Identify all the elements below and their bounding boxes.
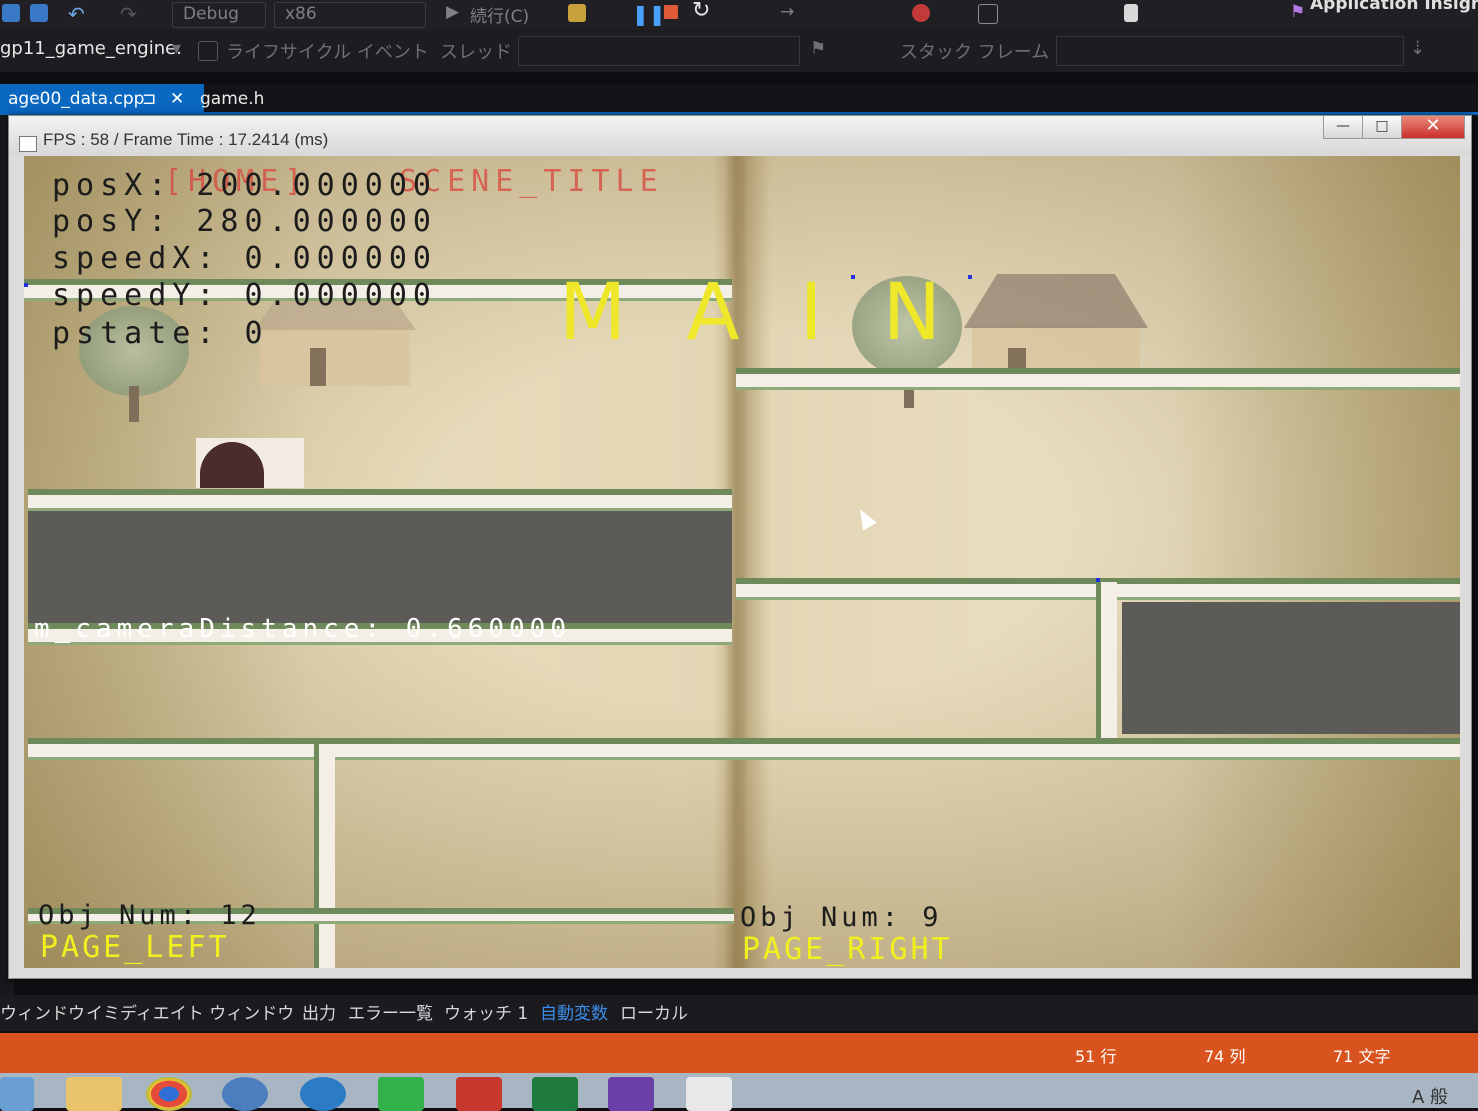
continue-icon[interactable]: ▶ (446, 2, 459, 22)
tool-window-tabs: ウィンドウ イミディエイト ウィンドウ 出力 エラー一覧 ウォッチ 1 自動変数… (0, 995, 1478, 1031)
status-line: 51 行 (1075, 1047, 1117, 1066)
window-icon[interactable] (978, 4, 998, 24)
project-dropdown[interactable]: gp11_game_engine. (0, 38, 182, 59)
tab-immediate-window[interactable]: イミディエイト ウィンドウ (86, 999, 294, 1024)
platform (736, 368, 1460, 390)
game-window[interactable]: FPS : 58 / Frame Time : 17.2414 (ms) — □… (8, 115, 1472, 979)
debug-location-toolbar: gp11_game_engine. ▾ ライフサイクル イベント スレッド ⚑ … (0, 30, 1478, 72)
app-insights-button[interactable]: Application Insights (1310, 0, 1478, 14)
chevron-down-icon[interactable]: ▾ (172, 38, 181, 59)
pause-icon[interactable]: ❚❚ (632, 2, 666, 26)
undo-icon[interactable]: ↶ (68, 2, 85, 26)
stackframe-dropdown[interactable] (1056, 36, 1404, 66)
calculator-icon[interactable] (686, 1077, 732, 1111)
debug-posy: posY: 280.000000 (52, 204, 437, 239)
tab-locals[interactable]: ローカル (620, 999, 688, 1024)
obj-count-left: Obj Num: 12 (38, 900, 261, 931)
line-icon[interactable] (378, 1077, 424, 1111)
minimize-button[interactable]: — (1323, 116, 1363, 139)
main-label: MAIN (559, 268, 1002, 358)
debug-camera-distance: m_cameraDistance: 0.660000 (34, 614, 571, 644)
tab-output[interactable]: 出力 (302, 999, 336, 1024)
marker-dot (24, 283, 28, 287)
app-icon-red[interactable] (456, 1077, 502, 1111)
player-sprite (196, 438, 304, 488)
process-icon[interactable] (568, 4, 586, 22)
pillar (1096, 582, 1117, 740)
tab-autos[interactable]: 自動変数 (540, 999, 608, 1024)
stop-icon[interactable] (664, 5, 678, 19)
platform (736, 738, 1460, 760)
mouse-cursor-icon (853, 505, 877, 531)
pin-icon[interactable]: ⊐ (142, 84, 156, 114)
stackframe-label: スタック フレーム (900, 42, 1050, 63)
dark-block (1122, 602, 1460, 734)
close-button[interactable]: ✕ (1401, 116, 1465, 139)
editor-tabbar: age00_data.cpp ⊐ ✕ game.h (0, 84, 1478, 114)
bookmark-icon[interactable] (1124, 4, 1138, 22)
tab-error-list[interactable]: エラー一覧 (348, 999, 433, 1024)
config-value: Debug (183, 4, 239, 24)
platform-dropdown[interactable]: x86 (274, 2, 426, 28)
status-chars: 71 文字 (1333, 1047, 1391, 1066)
pillar (314, 744, 335, 968)
thread-label: スレッド (440, 42, 512, 63)
save-all-icon[interactable] (30, 4, 48, 22)
status-bar: 51 行 74 列 71 文字 (0, 1033, 1478, 1073)
debug-speedy: speedY: 0.000000 (52, 278, 437, 313)
ime-indicator[interactable]: A 般 (1412, 1083, 1448, 1109)
thread-dropdown[interactable] (518, 36, 800, 66)
scene-name: SCENE_TITLE (399, 164, 664, 199)
debug-speedx: speedX: 0.000000 (52, 241, 437, 276)
step-over-icon[interactable]: → (780, 2, 794, 22)
filter-icon[interactable]: ⚑ (810, 38, 826, 59)
sourcetree-icon[interactable] (300, 1077, 346, 1111)
chrome-icon[interactable] (146, 1077, 192, 1111)
dark-block (28, 511, 732, 623)
tab-label: age00_data.cpp (8, 89, 145, 109)
taskbar: A 般 (0, 1073, 1478, 1111)
thunderbird-icon[interactable] (222, 1077, 268, 1111)
debug-pstate: pstate: 0 (52, 316, 269, 351)
page-left-label: PAGE_LEFT (40, 930, 230, 965)
app-insights-icon: ⚑ (1290, 2, 1306, 22)
visual-studio-icon[interactable] (608, 1077, 654, 1111)
status-column: 74 列 (1204, 1047, 1246, 1066)
marker-dot (1096, 578, 1100, 582)
platform-value: x86 (285, 4, 317, 24)
lifecycle-icon (198, 41, 218, 61)
vs-toolbar: ↶ ↷ Debug x86 ▶ 続行(C) ❚❚ ↻ → ⚑ Applicati… (0, 0, 1478, 30)
platform (28, 489, 732, 511)
maximize-button[interactable]: □ (1362, 116, 1402, 139)
config-dropdown[interactable]: Debug (172, 2, 266, 28)
platform (28, 738, 736, 760)
tab-game-h[interactable]: game.h (192, 84, 272, 114)
tab-watch-1[interactable]: ウォッチ 1 (444, 999, 528, 1024)
game-canvas[interactable]: [HOME] SCENE_TITLE posX: 200.000000 posY… (24, 156, 1460, 968)
overflow-icon[interactable]: ⇣ (1410, 38, 1425, 59)
window-title: FPS : 58 / Frame Time : 17.2414 (ms) (43, 130, 329, 149)
media-icon[interactable] (0, 1077, 34, 1111)
save-icon[interactable] (2, 4, 20, 22)
continue-button[interactable]: 続行(C) (470, 2, 529, 27)
page-right-label: PAGE_RIGHT (742, 932, 953, 967)
file-explorer-icon[interactable] (66, 1077, 122, 1111)
game-window-titlebar[interactable]: FPS : 58 / Frame Time : 17.2414 (ms) — □… (9, 116, 1471, 156)
obj-count-right: Obj Num: 9 (740, 902, 943, 933)
close-icon[interactable]: ✕ (170, 84, 184, 114)
restart-icon[interactable]: ↻ (692, 0, 710, 23)
app-icon (19, 136, 37, 152)
lifecycle-dropdown[interactable]: ライフサイクル イベント (226, 38, 429, 64)
tab-age00-data-cpp[interactable]: age00_data.cpp ⊐ ✕ (0, 84, 204, 114)
debug-posx: posX: 200.000000 (52, 168, 437, 203)
tab-label: game.h (200, 89, 265, 109)
breakpoint-icon[interactable] (912, 4, 930, 22)
excel-icon[interactable] (532, 1077, 578, 1111)
redo-icon[interactable]: ↷ (120, 2, 137, 26)
tab-window[interactable]: ウィンドウ (0, 999, 85, 1024)
